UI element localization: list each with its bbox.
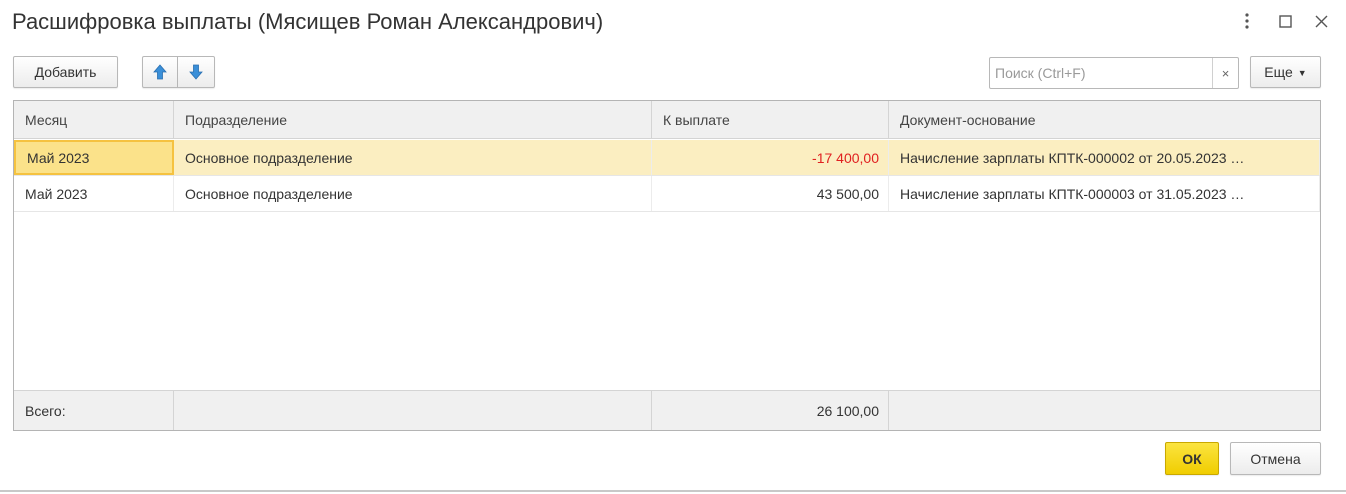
- column-header-department[interactable]: Подразделение: [174, 101, 652, 138]
- cell-document[interactable]: Начисление зарплаты КПТК-000002 от 20.05…: [889, 140, 1320, 175]
- cell-department[interactable]: Основное подразделение: [174, 140, 652, 175]
- footer-empty-cell: [889, 391, 1320, 430]
- cancel-button[interactable]: Отмена: [1230, 442, 1321, 475]
- move-up-button[interactable]: [142, 56, 178, 88]
- cell-amount[interactable]: -17 400,00: [652, 140, 889, 175]
- footer-empty-cell: [174, 391, 652, 430]
- document-link[interactable]: Начисление зарплаты КПТК-000003 от 31.05…: [900, 186, 1311, 202]
- search-box: ×: [989, 57, 1239, 89]
- column-header-month[interactable]: Месяц: [14, 101, 174, 138]
- table-row[interactable]: Май 2023 Основное подразделение 43 500,0…: [14, 176, 1320, 212]
- window-title: Расшифровка выплаты (Мясищев Роман Алекс…: [12, 9, 604, 34]
- more-actions-icon[interactable]: [1236, 10, 1258, 32]
- cell-amount[interactable]: 43 500,00: [652, 176, 889, 211]
- arrow-up-icon: [153, 64, 167, 80]
- window-bottom-border: [0, 490, 1346, 492]
- close-icon[interactable]: [1310, 10, 1332, 32]
- column-header-document[interactable]: Документ-основание: [889, 101, 1320, 138]
- move-down-button[interactable]: [178, 56, 215, 88]
- chevron-down-icon: ▼: [1297, 68, 1307, 78]
- footer-total-amount: 26 100,00: [652, 391, 889, 430]
- column-header-amount[interactable]: К выплате: [652, 101, 889, 138]
- table-header: Месяц Подразделение К выплате Документ-о…: [14, 101, 1320, 139]
- cell-department[interactable]: Основное подразделение: [174, 176, 652, 211]
- cell-month[interactable]: Май 2023: [14, 140, 174, 175]
- more-button[interactable]: Еще ▼: [1250, 56, 1321, 88]
- payments-table: Месяц Подразделение К выплате Документ-о…: [13, 100, 1321, 431]
- table-footer: Всего: 26 100,00: [14, 390, 1320, 430]
- more-button-label: Еще: [1264, 64, 1293, 80]
- add-button[interactable]: Добавить: [13, 56, 118, 88]
- search-input[interactable]: [990, 58, 1212, 88]
- cell-document[interactable]: Начисление зарплаты КПТК-000003 от 31.05…: [889, 176, 1320, 211]
- cell-month[interactable]: Май 2023: [14, 176, 174, 211]
- search-clear-icon[interactable]: ×: [1212, 58, 1238, 88]
- arrow-down-icon: [189, 64, 203, 80]
- ok-button[interactable]: ОК: [1165, 442, 1219, 475]
- maximize-icon[interactable]: [1274, 10, 1296, 32]
- table-row[interactable]: Май 2023 Основное подразделение -17 400,…: [14, 140, 1320, 176]
- document-link[interactable]: Начисление зарплаты КПТК-000002 от 20.05…: [900, 150, 1311, 166]
- footer-total-label: Всего:: [14, 391, 174, 430]
